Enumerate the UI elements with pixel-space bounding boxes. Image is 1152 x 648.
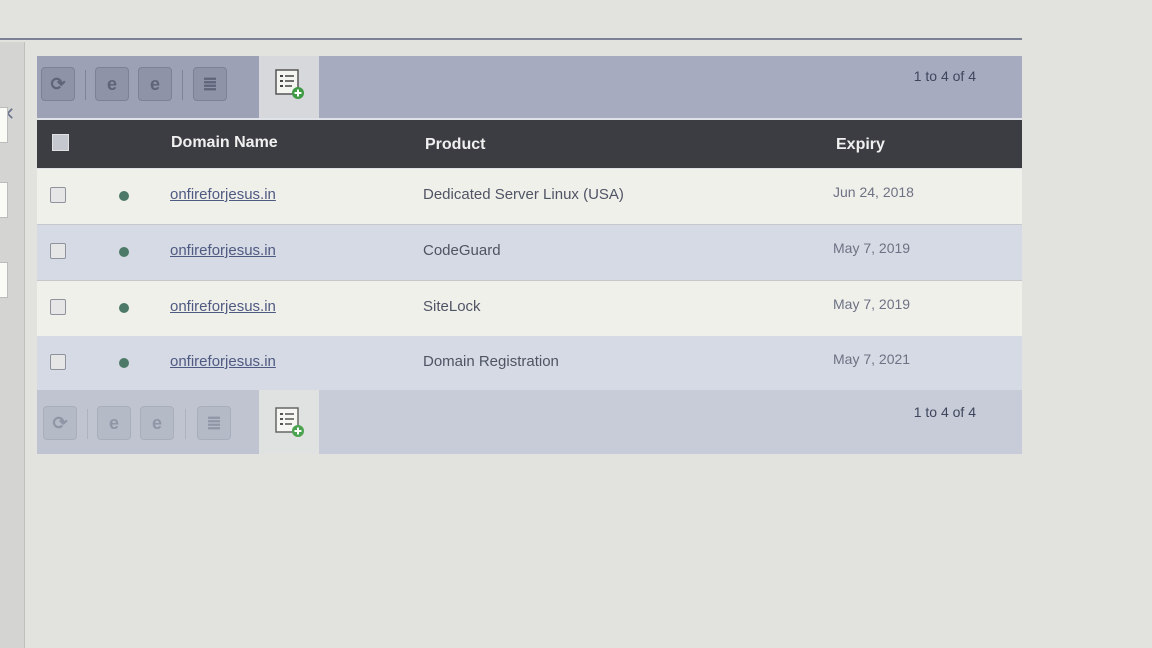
expiry-date: Jun 24, 2018 [833, 184, 914, 200]
edit-alt-icon: e [149, 73, 160, 94]
table-header: Domain Name Product Expiry [37, 120, 1022, 168]
toolbar-separator [185, 409, 186, 439]
edit-alt-icon: e [151, 412, 162, 433]
pager-text: 1 to 4 of 4 [913, 404, 976, 420]
column-header-expiry[interactable]: Expiry [836, 136, 885, 154]
row-checkbox[interactable] [50, 187, 66, 203]
table-row: onfireforjesus.in Domain Registration Ma… [37, 336, 1022, 392]
list-icon: ≣ [202, 73, 218, 94]
refresh-icon: ⟳ [52, 412, 68, 433]
domain-link[interactable]: onfireforjesus.in [170, 242, 276, 259]
pager-text: 1 to 4 of 4 [913, 68, 976, 84]
bottom-toolbar: ⟳ e e ≣ 1 to 4 of 4 [37, 390, 1022, 454]
list-button[interactable]: ≣ [197, 406, 231, 440]
list-button[interactable]: ≣ [193, 67, 227, 101]
left-sidebar-edge: ✕ [0, 42, 25, 648]
edit-button[interactable]: e [95, 67, 129, 101]
add-order-icon [275, 69, 304, 99]
orders-panel: ⟳ e e ≣ 1 to 4 of 4 Domain Name Product … [37, 56, 1022, 454]
status-dot [119, 191, 129, 201]
edit-alt-button[interactable]: e [140, 406, 174, 440]
sidebar-field[interactable] [0, 182, 8, 218]
row-checkbox[interactable] [50, 299, 66, 315]
edit-icon: e [108, 412, 119, 433]
list-icon: ≣ [206, 412, 222, 433]
refresh-button[interactable]: ⟳ [43, 406, 77, 440]
select-all-checkbox[interactable] [52, 134, 69, 151]
row-checkbox[interactable] [50, 243, 66, 259]
expiry-date: May 7, 2019 [833, 240, 911, 256]
row-checkbox[interactable] [50, 354, 66, 370]
toolbar-separator [182, 70, 183, 100]
table-row: onfireforjesus.in CodeGuard May 7, 2019 [37, 225, 1022, 281]
add-order-button[interactable] [259, 56, 319, 118]
status-dot [119, 303, 129, 313]
edit-alt-button[interactable]: e [138, 67, 172, 101]
refresh-button[interactable]: ⟳ [41, 67, 75, 101]
product-name: Domain Registration [423, 353, 559, 370]
status-dot [119, 247, 129, 257]
expiry-date: May 7, 2019 [833, 296, 911, 312]
table-row: onfireforjesus.in Dedicated Server Linux… [37, 169, 1022, 225]
domain-link[interactable]: onfireforjesus.in [170, 298, 276, 315]
top-toolbar: ⟳ e e ≣ 1 to 4 of 4 [37, 56, 1022, 118]
expiry-date: May 7, 2021 [833, 351, 911, 367]
add-order-button[interactable] [259, 390, 319, 454]
domain-link[interactable]: onfireforjesus.in [170, 186, 276, 203]
table-row: onfireforjesus.in SiteLock May 7, 2019 [37, 281, 1022, 337]
refresh-icon: ⟳ [50, 73, 66, 94]
edit-button[interactable]: e [97, 406, 131, 440]
toolbar-button-group: ⟳ e e ≣ [37, 56, 259, 118]
status-dot [119, 358, 129, 368]
column-header-product[interactable]: Product [425, 136, 485, 154]
toolbar-separator [85, 70, 86, 100]
sidebar-field[interactable] [0, 107, 8, 143]
column-header-domain[interactable]: Domain Name [171, 134, 278, 152]
edit-icon: e [106, 73, 117, 94]
sidebar-field[interactable] [0, 262, 8, 298]
add-order-icon [275, 407, 304, 437]
product-name: SiteLock [423, 298, 481, 315]
domain-link[interactable]: onfireforjesus.in [170, 353, 276, 370]
product-name: CodeGuard [423, 242, 501, 259]
top-divider [0, 38, 1022, 40]
product-name: Dedicated Server Linux (USA) [423, 186, 624, 203]
toolbar-separator [87, 409, 88, 439]
toolbar-button-group: ⟳ e e ≣ [37, 390, 259, 454]
